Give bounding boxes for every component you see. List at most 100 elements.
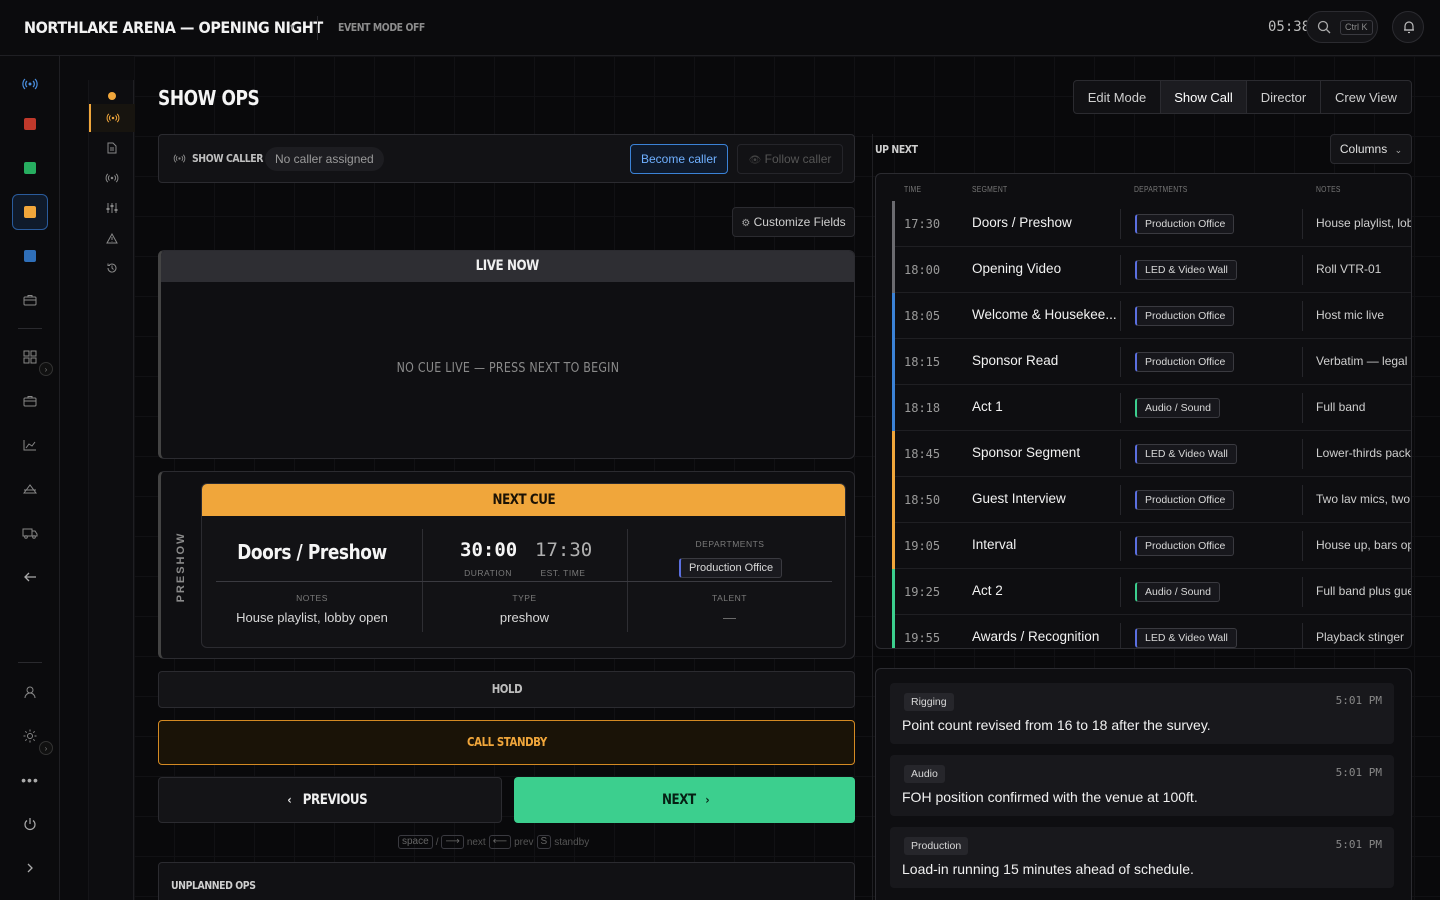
tab-crew-view[interactable]: Crew View: [1321, 81, 1411, 113]
divider: [1302, 255, 1303, 285]
subrail-alerts[interactable]: [89, 224, 135, 252]
rail-chart[interactable]: [12, 427, 48, 463]
est-time-label: EST. TIME: [540, 568, 586, 578]
subrail-signal[interactable]: [89, 164, 135, 192]
update-time: 5:01 PM: [1335, 694, 1382, 707]
customize-fields-button[interactable]: ⚙ Customize Fields: [732, 207, 855, 237]
previous-label: PREVIOUS: [302, 792, 368, 808]
live-now-panel: LIVE NOW NO CUE LIVE — PRESS NEXT TO BEG…: [158, 250, 855, 459]
subrail-document[interactable]: [89, 134, 135, 162]
rail-power[interactable]: [12, 806, 48, 842]
row-status-bar: [892, 615, 895, 648]
hold-button[interactable]: HOLD: [158, 671, 855, 708]
s-key: S: [536, 835, 552, 849]
shortcut-hint: Ctrl K: [1340, 20, 1373, 35]
table-row[interactable]: 19:55 Awards / Recognition LED & Video Wal…: [892, 615, 1411, 648]
top-bar: NORTHLAKE ARENA — OPENING NIGHT ▾ EVENT …: [0, 0, 1440, 56]
rail-amber[interactable]: [12, 194, 48, 230]
hint-separator: /: [435, 836, 439, 848]
live-empty-state: NO CUE LIVE — PRESS NEXT TO BEGIN: [161, 361, 854, 376]
row-department-tag: Audio / Sound: [1135, 398, 1220, 418]
rail-tent[interactable]: [12, 471, 48, 507]
row-department-tag: LED & Video Wall: [1135, 628, 1237, 648]
tab-show-call[interactable]: Show Call: [1161, 81, 1247, 113]
row-department-tag: Production Office: [1135, 352, 1235, 372]
broadcast-icon: [173, 154, 186, 163]
rail-user[interactable]: [12, 674, 48, 710]
table-row[interactable]: 17:30 Doors / Preshow Production Office Hou…: [892, 201, 1412, 247]
row-note: Full band plus gue: [1316, 584, 1412, 598]
rail-briefcase[interactable]: [12, 282, 48, 318]
table-row[interactable]: 18:15 Sponsor Read Production Office Verbat…: [892, 339, 1411, 385]
update-card[interactable]: Audio 5:01 PM FOH position confirmed with …: [890, 755, 1394, 816]
row-segment: Awards / Recognition: [972, 629, 1100, 644]
update-tag: Production: [904, 837, 969, 855]
event-mode-toggle[interactable]: EVENT MODE OFF: [338, 21, 425, 34]
table-row[interactable]: 18:05 Welcome & Housekee... Production Off…: [892, 293, 1411, 339]
view-tabs: Edit Mode Show Call Director Crew View: [1073, 80, 1412, 114]
become-caller-button[interactable]: Become caller: [630, 144, 728, 174]
follow-caller-button[interactable]: 👁 Follow caller: [737, 144, 843, 174]
subrail-mixer[interactable]: [89, 194, 135, 222]
tab-director[interactable]: Director: [1247, 81, 1321, 113]
update-card[interactable]: Production 5:01 PM Load-in running 15 minu…: [890, 827, 1394, 888]
cue-name: Doors / Preshow: [202, 540, 422, 564]
phase-label: PRESHOW: [169, 532, 193, 603]
row-time: 19:25: [904, 585, 941, 599]
subrail-show-call[interactable]: [89, 104, 135, 132]
row-note: House playlist, lob: [1316, 216, 1412, 230]
talent-label: TALENT: [712, 593, 747, 603]
table-row[interactable]: 18:00 Opening Video LED & Video Wall Roll V…: [892, 247, 1411, 293]
app-title[interactable]: NORTHLAKE ARENA — OPENING NIGHT: [24, 18, 323, 37]
table-row[interactable]: 18:50 Guest Interview Production Office Two…: [892, 477, 1411, 523]
update-tag: Rigging: [904, 693, 954, 711]
subrail-history[interactable]: [89, 254, 135, 282]
rail-back[interactable]: [12, 559, 48, 595]
chevron-down-icon[interactable]: ▾: [290, 22, 295, 33]
table-row[interactable]: 18:45 Sponsor Segment LED & Video Wall Lowe…: [892, 431, 1411, 477]
next-button[interactable]: NEXT ›: [514, 777, 855, 823]
update-card[interactable]: Rigging 5:01 PM Point count revised from 1…: [890, 683, 1394, 744]
rail-red[interactable]: [12, 106, 48, 142]
row-status-bar: [892, 385, 895, 431]
rail-broadcast[interactable]: [12, 66, 48, 102]
row-segment: Act 1: [972, 399, 1003, 414]
row-time: 18:00: [904, 263, 941, 277]
row-status-bar: [892, 569, 895, 615]
row-time: 19:55: [904, 631, 941, 645]
arrow-left-icon: [24, 572, 36, 582]
search-button[interactable]: Ctrl K: [1306, 11, 1378, 43]
next-cue-card[interactable]: NEXT CUE Doors / Preshow 30:00 17:30 DUR…: [201, 483, 846, 648]
column-header-segment: SEGMENT: [972, 185, 1008, 194]
table-row[interactable]: 19:25 Act 2 Audio / Sound Full band plus gu…: [892, 569, 1412, 615]
row-time: 19:05: [904, 539, 941, 553]
rail-expand[interactable]: [12, 850, 48, 886]
row-note: Playback stinger: [1316, 630, 1405, 644]
tab-edit-mode[interactable]: Edit Mode: [1074, 81, 1161, 113]
row-segment: Interval: [972, 537, 1017, 552]
table-row[interactable]: 19:05 Interval Production Office House up, …: [892, 523, 1411, 569]
notifications-button[interactable]: [1392, 11, 1424, 43]
row-segment: Doors / Preshow: [972, 215, 1072, 230]
previous-button[interactable]: ‹ PREVIOUS: [158, 777, 502, 823]
rail-blue[interactable]: [12, 238, 48, 274]
duration-label: DURATION: [464, 568, 512, 578]
expand-icon[interactable]: ›: [39, 741, 53, 755]
divider: [1302, 209, 1303, 239]
call-standby-button[interactable]: CALL STANDBY: [158, 720, 855, 765]
hint-prev: prev: [514, 836, 534, 848]
cue-duration: 30:00: [460, 539, 518, 561]
divider: [1302, 623, 1303, 648]
columns-button[interactable]: Columns ⌄: [1330, 134, 1412, 164]
eye-icon: 👁: [748, 155, 762, 166]
rail-case[interactable]: [12, 383, 48, 419]
follow-caller-label: Follow caller: [764, 152, 832, 166]
rail-green[interactable]: [12, 150, 48, 186]
expand-icon[interactable]: ›: [39, 362, 53, 376]
rail-truck[interactable]: [12, 515, 48, 551]
rail-more[interactable]: •••: [12, 762, 48, 798]
next-label: NEXT: [662, 792, 697, 808]
amber-square-icon: [24, 206, 36, 218]
keyboard-hints: space / ⟶ next ⟵ prev S standby: [398, 835, 589, 849]
table-row[interactable]: 18:18 Act 1 Audio / Sound Full band: [892, 385, 1411, 431]
